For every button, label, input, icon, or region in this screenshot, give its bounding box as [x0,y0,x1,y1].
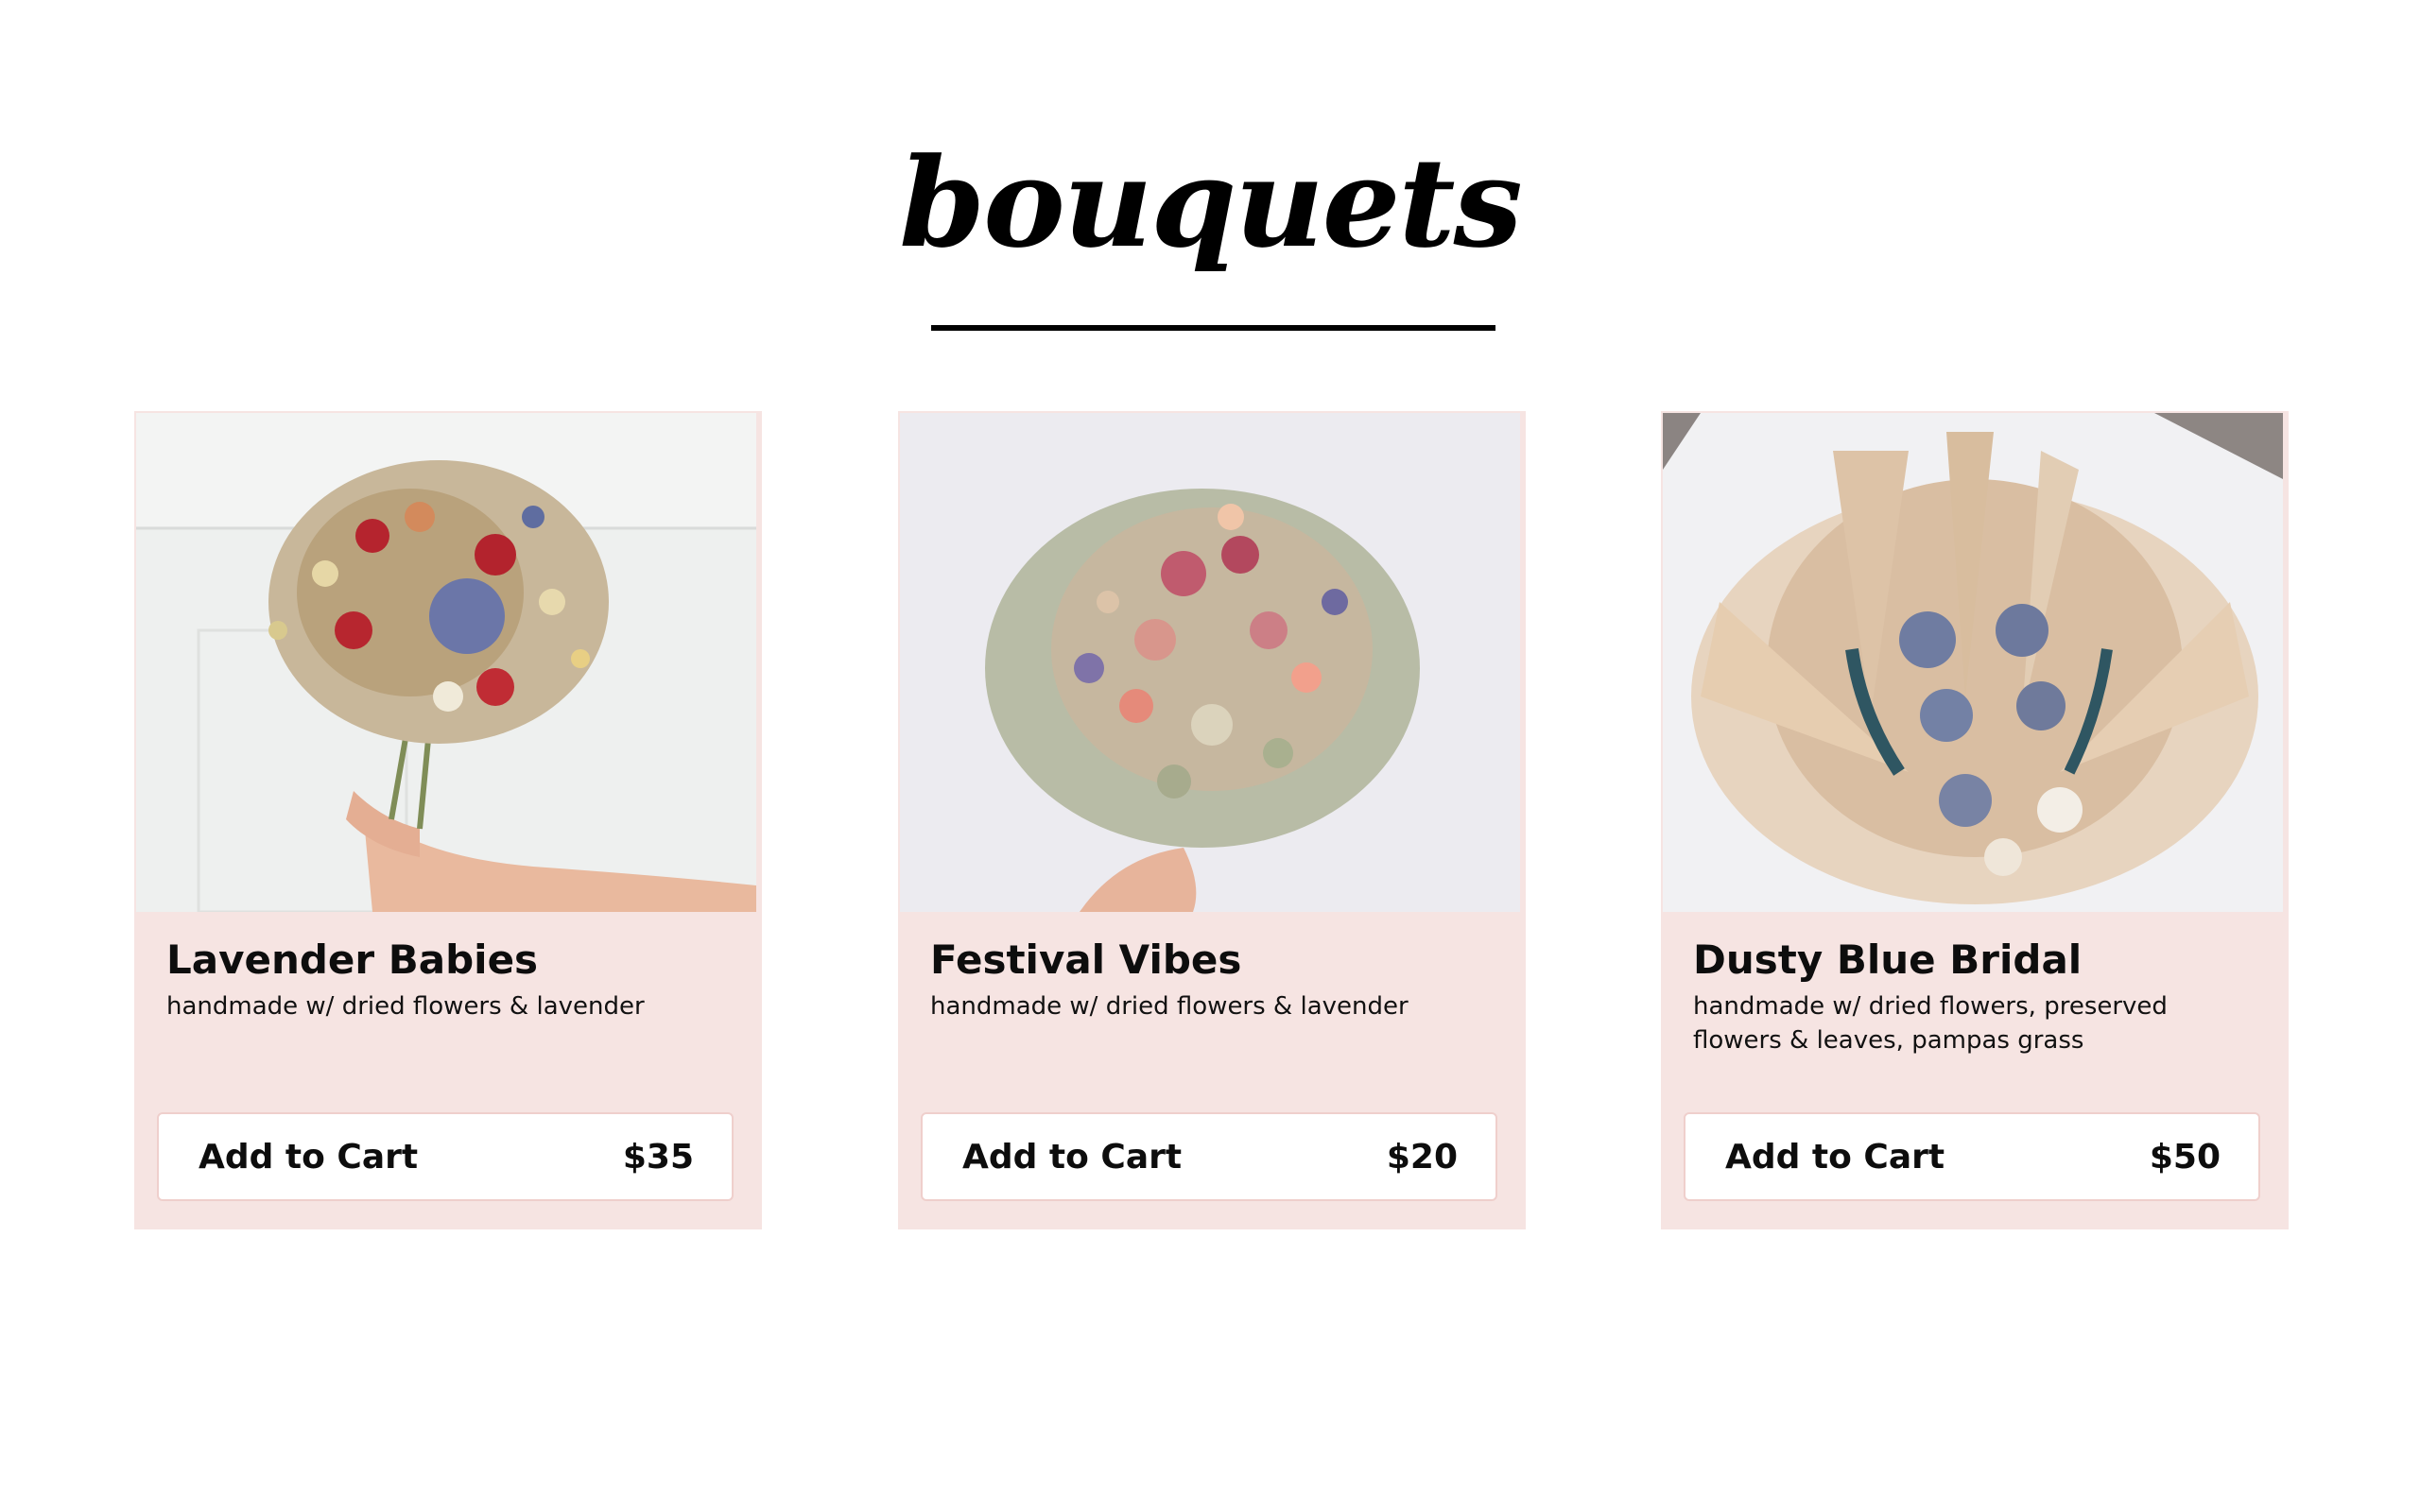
bouquets-page: bouquets Lavender Babies handmade w/ dri… [0,0,2420,1512]
product-description: handmade w/ dried flowers, preserved flo… [1693,992,2168,1055]
bouquet-photo-held-by-hand [136,413,756,912]
product-card-lavender-babies: Lavender Babies handmade w/ dried flower… [134,411,762,1229]
add-to-cart-button[interactable]: Add to Cart $50 [1684,1112,2260,1201]
product-image[interactable] [900,413,1520,912]
product-image[interactable] [136,413,756,912]
product-description: handmade w/ dried flowers & lavender [166,992,645,1021]
add-to-cart-button[interactable]: Add to Cart $35 [157,1112,734,1201]
title-underline [931,325,1495,331]
product-price: $50 [2149,1137,2221,1177]
product-name: Festival Vibes [930,936,1242,983]
add-to-cart-label: Add to Cart [199,1137,419,1177]
bouquet-photo-pampas [1663,413,2283,912]
product-price: $35 [622,1137,694,1177]
add-to-cart-button[interactable]: Add to Cart $20 [921,1112,1497,1201]
product-name: Lavender Babies [166,936,539,983]
product-card-festival-vibes: Festival Vibes handmade w/ dried flowers… [898,411,1526,1229]
product-card-dusty-blue-bridal: Dusty Blue Bridal handmade w/ dried flow… [1661,411,2289,1229]
product-image[interactable] [1663,413,2283,912]
product-name: Dusty Blue Bridal [1693,936,2083,983]
add-to-cart-label: Add to Cart [1725,1137,1945,1177]
product-price: $20 [1386,1137,1458,1177]
bouquet-photo-light-background [900,413,1520,912]
section-title: bouquets [899,130,1523,275]
add-to-cart-label: Add to Cart [962,1137,1183,1177]
product-description: handmade w/ dried flowers & lavender [930,992,1409,1021]
